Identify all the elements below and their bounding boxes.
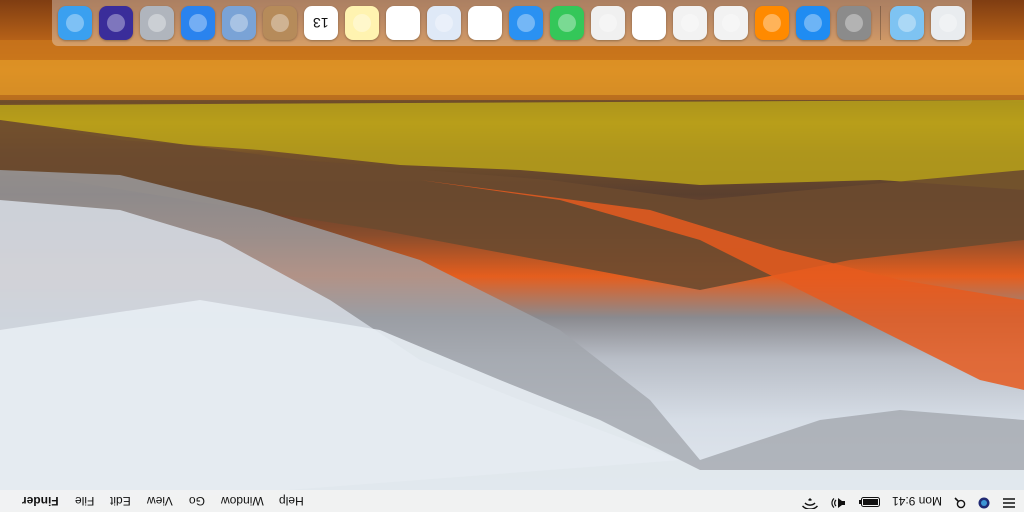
calendar-glyph: 13 [313,15,329,31]
keynote-glyph [599,14,617,32]
ibooks-glyph [763,14,781,32]
reminders-glyph [394,14,412,32]
mail-icon[interactable] [222,6,256,40]
pages-glyph [681,14,699,32]
preview-glyph [435,14,453,32]
pages-icon[interactable] [673,6,707,40]
battery-icon[interactable] [858,494,880,508]
downloads-glyph [898,14,916,32]
siri-icon[interactable] [99,6,133,40]
menu-help[interactable]: Help [279,494,304,508]
contacts-icon[interactable] [263,6,297,40]
contacts-glyph [271,14,289,32]
trash-glyph [939,14,957,32]
app-store-icon[interactable] [796,6,830,40]
notes-icon[interactable] [345,6,379,40]
siri-icon[interactable] [978,494,990,509]
facetime-icon[interactable] [550,6,584,40]
itunes-glyph [722,14,740,32]
app-menu-finder[interactable]: Finder [22,494,59,508]
desktop-wallpaper [0,0,1024,512]
system-preferences-glyph [845,14,863,32]
itunes-icon[interactable] [714,6,748,40]
app-store-glyph [804,14,822,32]
dock-separator [880,6,881,40]
downloads-icon[interactable] [890,6,924,40]
notes-glyph [353,14,371,32]
notification-center-icon[interactable] [1002,494,1016,509]
volume-icon[interactable] [830,494,846,509]
menu-edit[interactable]: Edit [110,494,131,508]
calendar-icon[interactable]: 13 [304,6,338,40]
menu-bar-left: Finder File Edit View Go Window Help [6,494,304,508]
menu-go[interactable]: Go [189,494,205,508]
menu-bar: Finder File Edit View Go Window Help Mon… [0,490,1024,512]
numbers-glyph [640,14,658,32]
menu-bar-status: Mon 9:41 [801,494,1016,510]
menu-window[interactable]: Window [221,494,264,508]
numbers-icon[interactable] [632,6,666,40]
facetime-glyph [558,14,576,32]
mail-glyph [230,14,248,32]
safari-icon[interactable] [181,6,215,40]
keynote-icon[interactable] [591,6,625,40]
wifi-icon[interactable] [801,494,818,510]
trash-icon[interactable] [931,6,965,40]
reminders-icon[interactable] [386,6,420,40]
launchpad-icon[interactable] [140,6,174,40]
photos-icon[interactable] [468,6,502,40]
launchpad-glyph [148,14,166,32]
clock[interactable]: Mon 9:41 [892,494,942,508]
dock-items: 13 [58,6,965,40]
finder-glyph [66,14,84,32]
siri-glyph [107,14,125,32]
finder-icon[interactable] [58,6,92,40]
menu-view[interactable]: View [147,494,173,508]
system-preferences-icon[interactable] [837,6,871,40]
menu-file[interactable]: File [75,494,94,508]
safari-glyph [189,14,207,32]
ibooks-icon[interactable] [755,6,789,40]
preview-icon[interactable] [427,6,461,40]
dock: 13 [52,0,972,46]
photos-glyph [476,14,494,32]
wallpaper-landscape [0,40,1024,512]
messages-icon[interactable] [509,6,543,40]
spotlight-icon[interactable] [954,494,966,509]
messages-glyph [517,14,535,32]
